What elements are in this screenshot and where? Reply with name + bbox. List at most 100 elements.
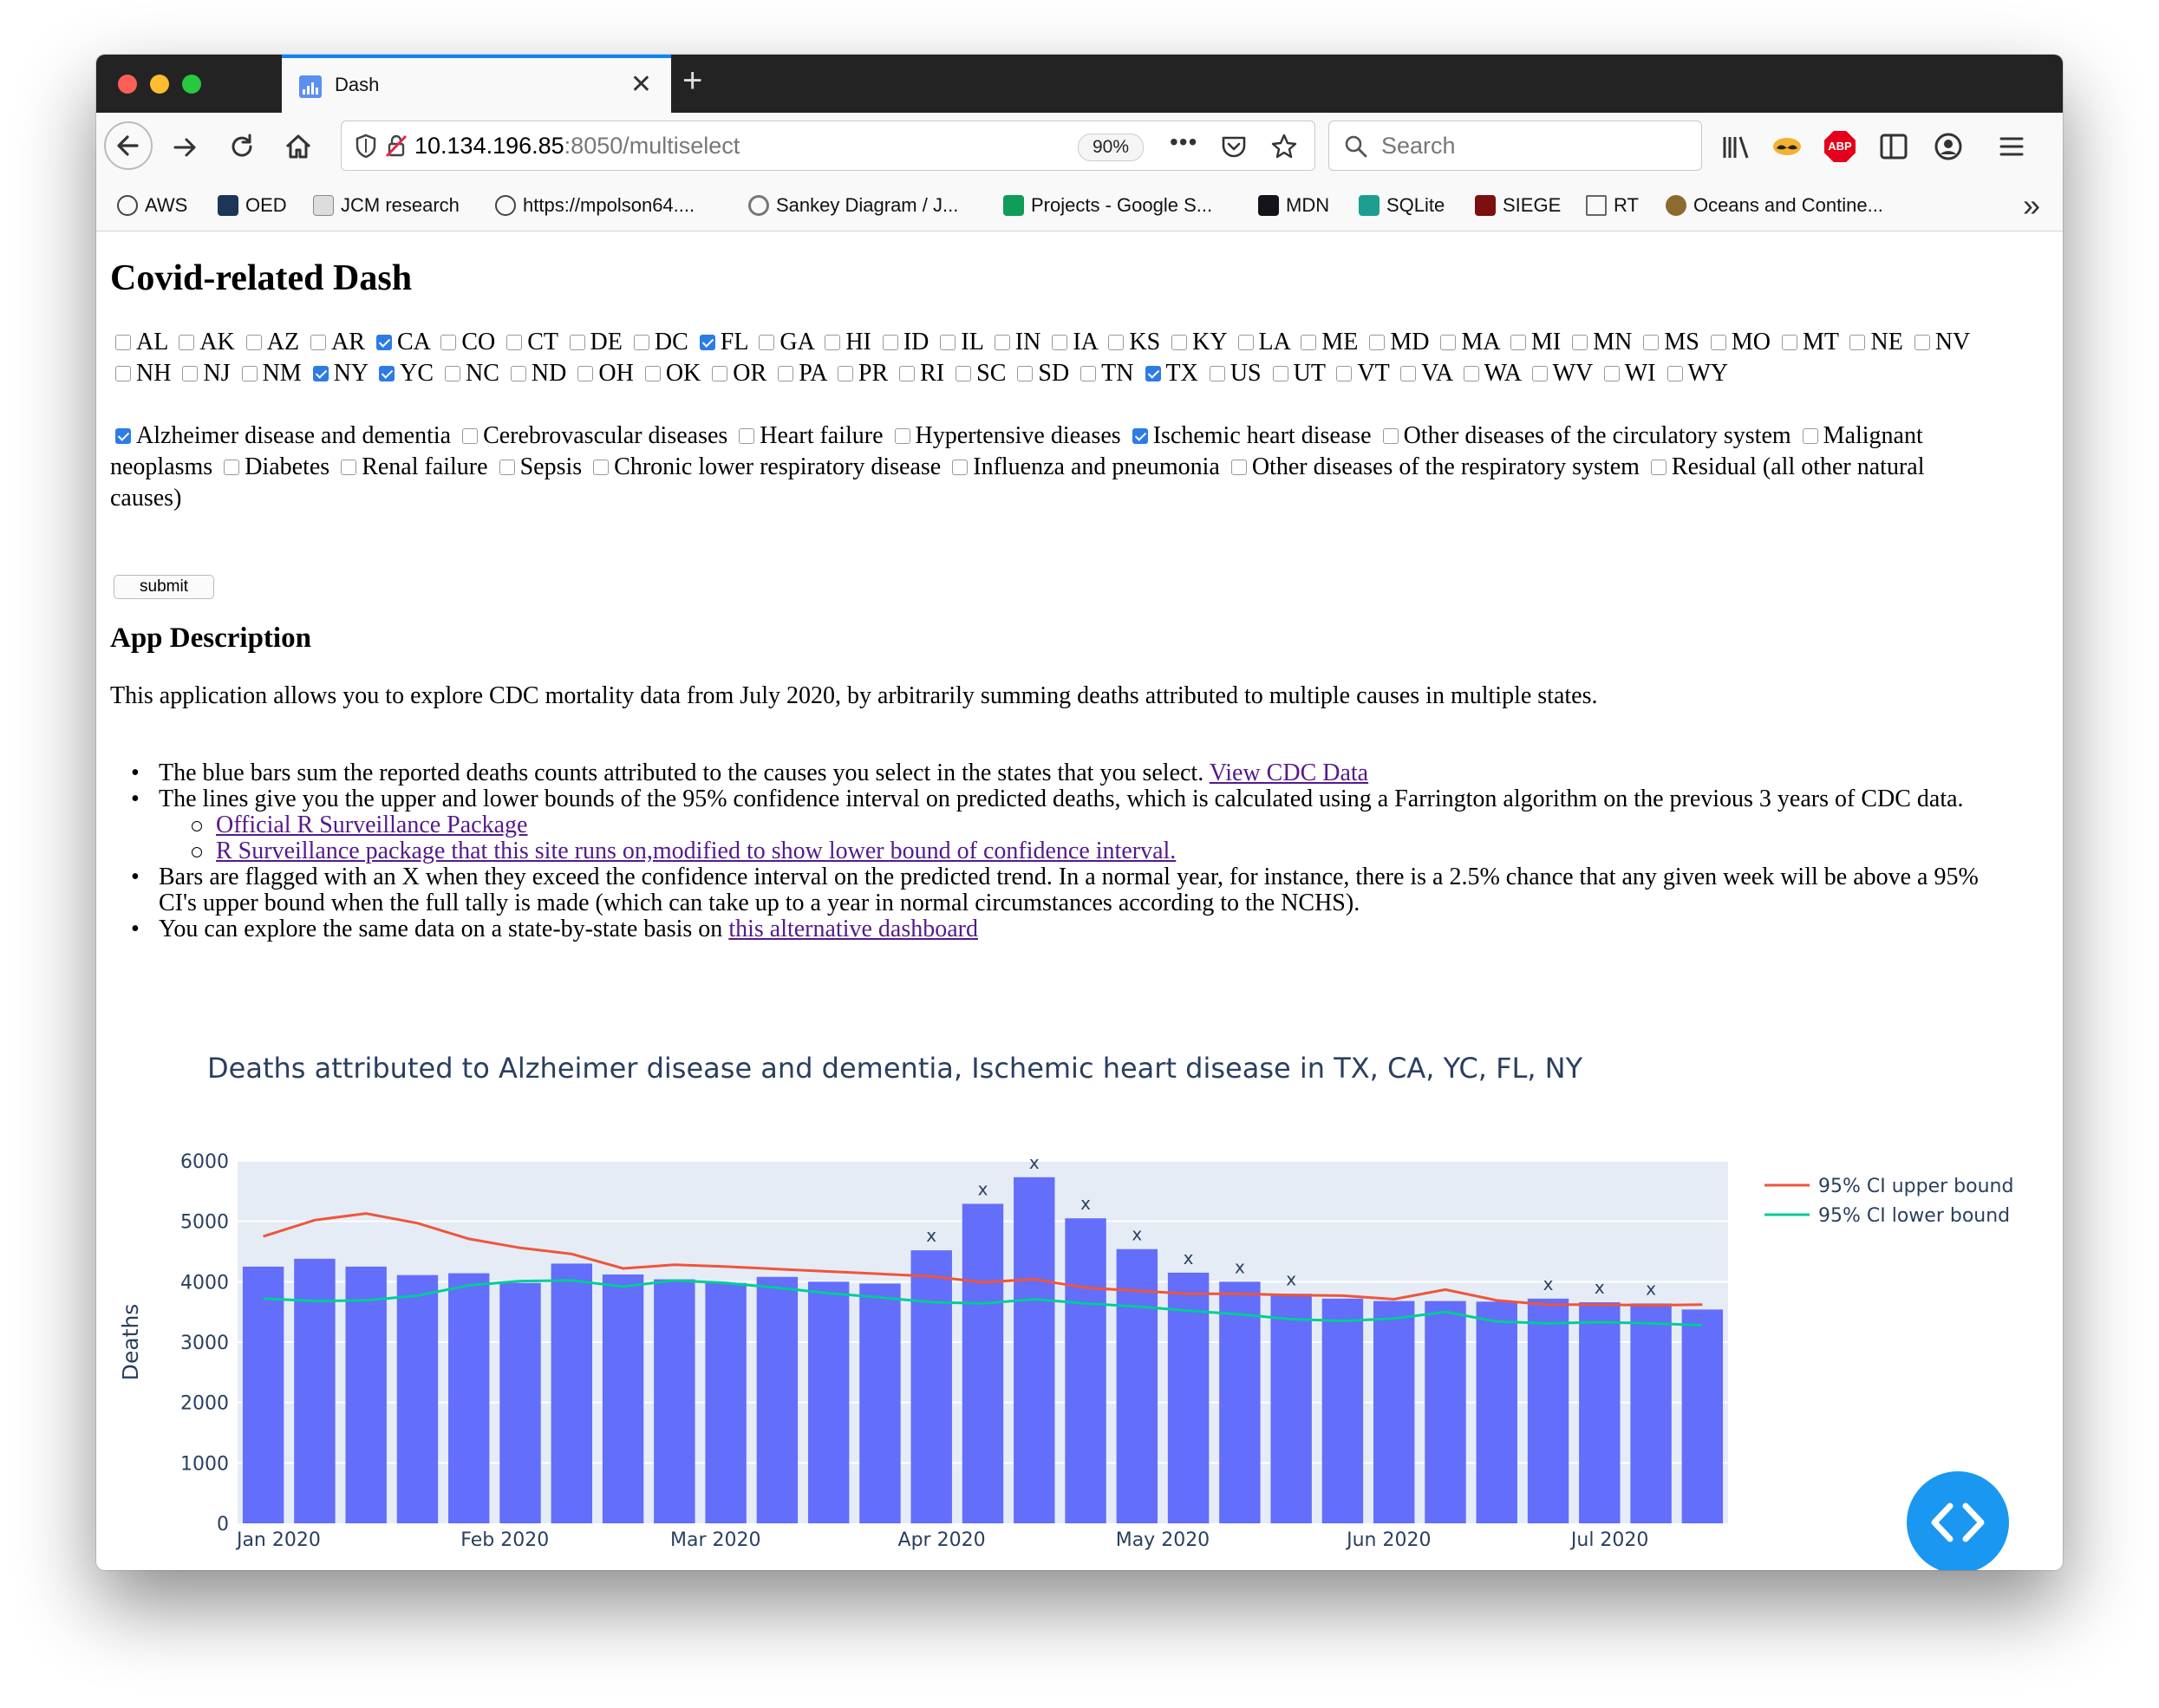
checkbox[interactable]	[837, 366, 853, 381]
checkbox-option[interactable]: VT	[1331, 360, 1389, 387]
account-icon[interactable]	[1933, 131, 1964, 162]
zoom-window-button[interactable]	[182, 75, 201, 94]
insecure-connection-icon[interactable]	[383, 133, 409, 159]
checkbox[interactable]	[1603, 366, 1620, 381]
checkbox-option[interactable]: SC	[950, 360, 1006, 387]
checkbox-option[interactable]: NY	[308, 360, 368, 387]
checkbox-option[interactable]: CO	[435, 329, 495, 355]
checkbox[interactable]	[1272, 366, 1288, 381]
checkbox[interactable]	[940, 335, 956, 350]
bookmarks-overflow-icon[interactable]: »	[2023, 187, 2040, 224]
checkbox[interactable]	[952, 460, 969, 475]
checkbox-option[interactable]: NC	[440, 360, 499, 387]
bookmark-aws[interactable]: AWS	[117, 194, 187, 217]
checkbox-option[interactable]: Renal failure	[336, 453, 488, 480]
checkbox-option[interactable]: AK	[173, 329, 235, 355]
checkbox-option[interactable]: NJ	[177, 360, 231, 387]
checkbox[interactable]	[1667, 366, 1683, 381]
checkbox[interactable]	[1572, 335, 1588, 350]
checkbox-option[interactable]: SD	[1012, 360, 1069, 387]
checkbox-option[interactable]: Influenza and pneumonia	[947, 453, 1220, 480]
checkbox[interactable]	[712, 366, 728, 381]
checkbox-option[interactable]: WY	[1662, 360, 1728, 387]
checkbox-option[interactable]: WV	[1527, 360, 1593, 387]
checkbox-option[interactable]: RI	[894, 360, 944, 387]
checkbox[interactable]	[241, 366, 258, 381]
back-button[interactable]	[104, 121, 153, 170]
tab-close-icon[interactable]: ✕	[630, 69, 652, 100]
checkbox[interactable]	[182, 366, 199, 381]
checkbox-option[interactable]: AR	[305, 329, 365, 355]
checkbox[interactable]	[1400, 366, 1417, 381]
official-r-package-link[interactable]: Official R Surveillance Package	[216, 812, 527, 838]
checkbox-option[interactable]: NE	[1844, 329, 1903, 355]
checkbox[interactable]	[1914, 335, 1930, 350]
checkbox-option[interactable]: IN	[989, 329, 1040, 355]
checkbox[interactable]	[1209, 366, 1225, 381]
checkbox[interactable]	[312, 366, 329, 381]
bookmark-projects-sheets[interactable]: Projects - Google S...	[1003, 194, 1212, 217]
bookmark-sqlite[interactable]: SQLite	[1359, 194, 1445, 217]
checkbox[interactable]	[894, 428, 910, 444]
checkbox-option[interactable]: Other diseases of the respiratory system	[1226, 453, 1640, 480]
checkbox[interactable]	[739, 428, 755, 444]
checkbox[interactable]	[1132, 428, 1148, 444]
checkbox-option[interactable]: OK	[640, 360, 701, 387]
checkbox-option[interactable]: TX	[1140, 360, 1198, 387]
bookmark-mdn[interactable]: MDN	[1258, 194, 1329, 217]
reload-icon[interactable]	[226, 131, 258, 162]
tracking-shield-icon[interactable]	[354, 133, 378, 159]
checkbox[interactable]	[115, 428, 131, 444]
reader-view-icon[interactable]	[1878, 132, 1909, 161]
checkbox[interactable]	[1230, 460, 1247, 475]
bookmark-siege[interactable]: SIEGE	[1475, 194, 1561, 217]
checkbox[interactable]	[510, 366, 526, 381]
checkbox-option[interactable]: PA	[773, 360, 826, 387]
checkbox-option[interactable]: Hypertensive dieases	[890, 422, 1121, 449]
checkbox-option[interactable]: MD	[1364, 329, 1429, 355]
checkbox[interactable]	[956, 366, 972, 381]
checkbox-option[interactable]: MI	[1505, 329, 1561, 355]
view-cdc-data-link[interactable]: View CDC Data	[1210, 759, 1368, 786]
checkbox[interactable]	[224, 460, 240, 475]
checkbox[interactable]	[462, 428, 479, 444]
checkbox[interactable]	[1531, 366, 1548, 381]
deaths-chart[interactable]: 0 1000 2000 3000 4000 5000 6000 Deaths x x x x x x x x x…	[96, 1142, 2063, 1570]
forward-arrow-icon[interactable]	[170, 132, 201, 163]
alternative-dashboard-link[interactable]: this alternative dashboard	[728, 916, 978, 942]
checkbox-option[interactable]: YC	[374, 360, 434, 387]
checkbox[interactable]	[1510, 335, 1527, 350]
checkbox[interactable]	[379, 366, 395, 381]
checkbox[interactable]	[759, 335, 775, 350]
search-bar[interactable]: Search	[1328, 121, 1702, 171]
checkbox[interactable]	[115, 335, 131, 350]
checkbox[interactable]	[1301, 335, 1317, 350]
page-actions-icon[interactable]: •••	[1170, 128, 1197, 156]
checkbox[interactable]	[1052, 335, 1068, 350]
checkbox-option[interactable]: DC	[629, 329, 688, 355]
checkbox-option[interactable]: GA	[753, 329, 813, 355]
checkbox-option[interactable]: IA	[1047, 329, 1097, 355]
bookmark-sankey[interactable]: Sankey Diagram / J...	[748, 194, 958, 217]
checkbox[interactable]	[699, 335, 715, 350]
checkbox[interactable]	[593, 460, 610, 475]
checkbox[interactable]	[1643, 335, 1660, 350]
checkbox[interactable]	[1017, 366, 1034, 381]
checkbox[interactable]	[1336, 366, 1353, 381]
checkbox[interactable]	[1849, 335, 1866, 350]
checkbox[interactable]	[633, 335, 649, 350]
checkbox-option[interactable]: WA	[1458, 360, 1521, 387]
checkbox[interactable]	[1237, 335, 1254, 350]
pocket-icon[interactable]	[1219, 132, 1249, 161]
checkbox-option[interactable]: VA	[1395, 360, 1452, 387]
checkbox[interactable]	[1369, 335, 1386, 350]
checkbox[interactable]	[440, 335, 457, 350]
checkbox-option[interactable]: MS	[1638, 329, 1699, 355]
modified-r-package-link[interactable]: R Surveillance package that this site ru…	[216, 838, 1176, 864]
checkbox-option[interactable]: KY	[1166, 329, 1227, 355]
checkbox-option[interactable]: Sepsis	[494, 453, 582, 480]
checkbox-option[interactable]: Heart failure	[734, 422, 884, 449]
bookmark-star-icon[interactable]	[1269, 132, 1299, 161]
checkbox[interactable]	[577, 366, 594, 381]
checkbox-option[interactable]: Diabetes	[219, 453, 329, 480]
